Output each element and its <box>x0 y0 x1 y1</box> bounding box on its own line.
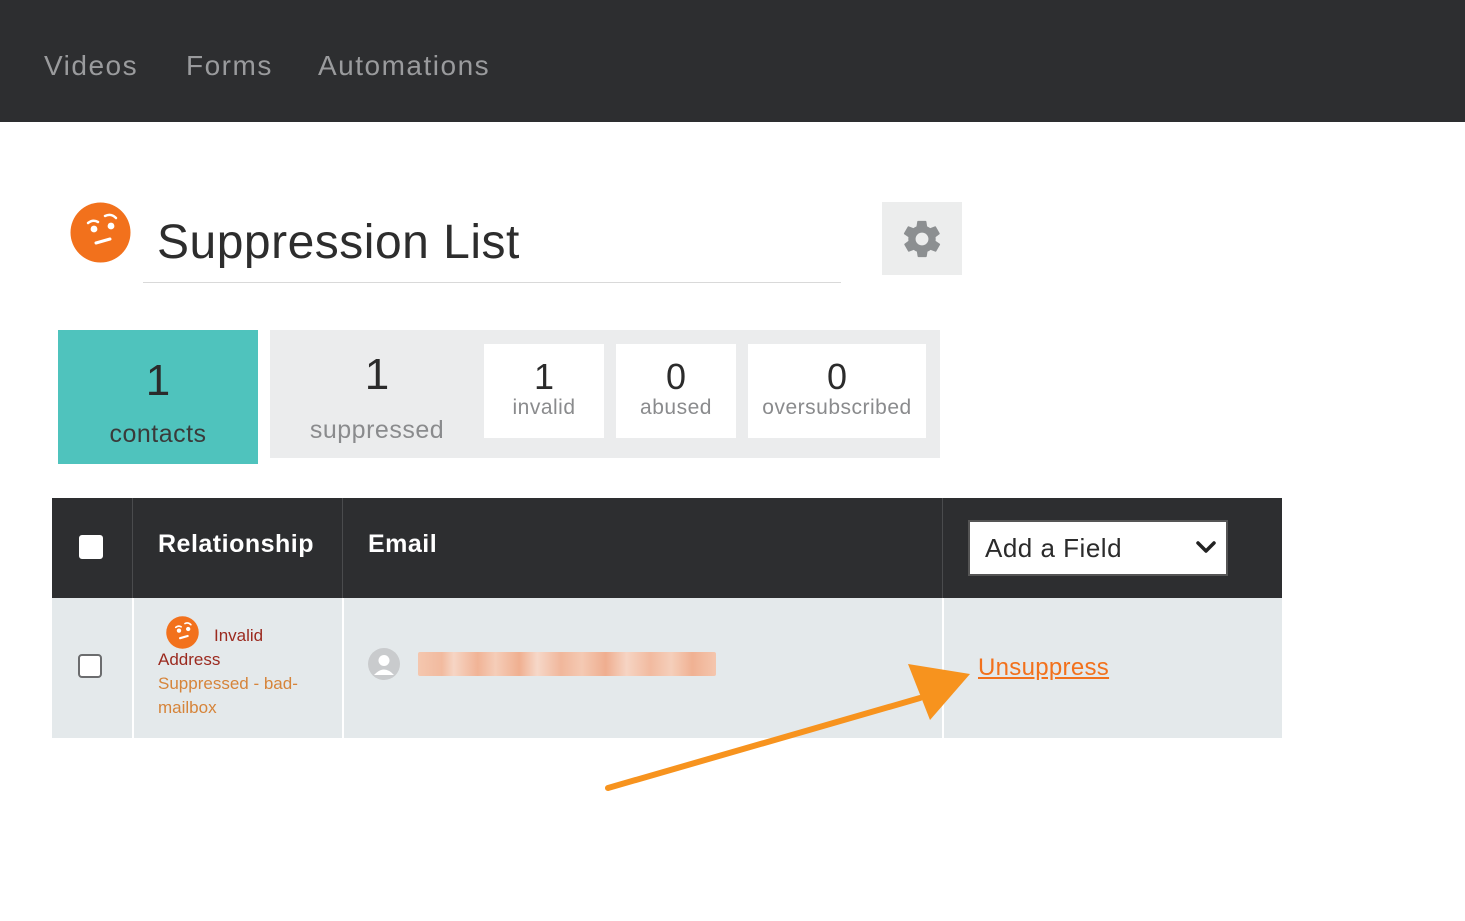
stat-contacts-tile[interactable]: 1 contacts <box>58 330 258 464</box>
suspicious-face-icon <box>166 616 199 649</box>
suppression-stats-panel: 1 suppressed 1 invalid 0 abused 0 oversu… <box>270 330 940 458</box>
contacts-label: contacts <box>109 420 207 448</box>
suppressed-label: suppressed <box>309 416 445 444</box>
nav-item-forms[interactable]: Forms <box>186 50 273 82</box>
suppressed-count: 1 <box>364 350 390 399</box>
abused-count: 0 <box>665 356 687 397</box>
add-field-select-value: Add a Field <box>985 533 1123 563</box>
email-header-label: Email <box>368 530 438 558</box>
nav-item-videos[interactable]: Videos <box>44 50 138 82</box>
unsuppress-link[interactable]: Unsuppress <box>978 654 1109 682</box>
stat-invalid-tile[interactable]: 1 invalid <box>484 344 604 438</box>
suppression-reason: Suppressed - bad- <box>158 674 298 693</box>
oversubscribed-count: 0 <box>826 356 848 397</box>
page-title: Suppression List <box>157 216 520 269</box>
abused-label: abused <box>640 396 712 419</box>
row-checkbox[interactable] <box>78 654 102 678</box>
add-field-select[interactable]: Add a Field <box>968 520 1228 576</box>
relationship-status: Invalid <box>214 626 264 645</box>
email-column-header[interactable]: Email <box>343 498 943 598</box>
suppression-reason-line2: mailbox <box>158 698 217 717</box>
stat-suppressed-tile[interactable]: 1 suppressed <box>270 330 484 458</box>
contacts-count: 1 <box>145 356 171 405</box>
title-field[interactable]: Suppression List <box>143 205 841 283</box>
nav-item-automations[interactable]: Automations <box>318 50 490 82</box>
oversubscribed-label: oversubscribed <box>762 396 912 419</box>
annotation-arrow <box>605 664 970 791</box>
avatar-placeholder-icon <box>368 648 400 680</box>
chevron-down-icon <box>1196 541 1216 553</box>
relationship-status-line2: Address <box>158 650 221 669</box>
relationship-header-label: Relationship <box>158 530 315 558</box>
suspicious-face-icon <box>70 202 131 263</box>
invalid-label: invalid <box>512 396 576 419</box>
relationship-column-header[interactable]: Relationship <box>133 498 343 598</box>
select-all-checkbox[interactable] <box>79 535 103 559</box>
stat-oversubscribed-tile[interactable]: 0 oversubscribed <box>748 344 926 438</box>
stat-abused-tile[interactable]: 0 abused <box>616 344 736 438</box>
invalid-count: 1 <box>533 356 555 397</box>
gear-icon <box>903 220 941 257</box>
settings-button[interactable] <box>882 202 962 275</box>
top-nav-bar: Videos Forms Automations <box>0 0 1465 122</box>
